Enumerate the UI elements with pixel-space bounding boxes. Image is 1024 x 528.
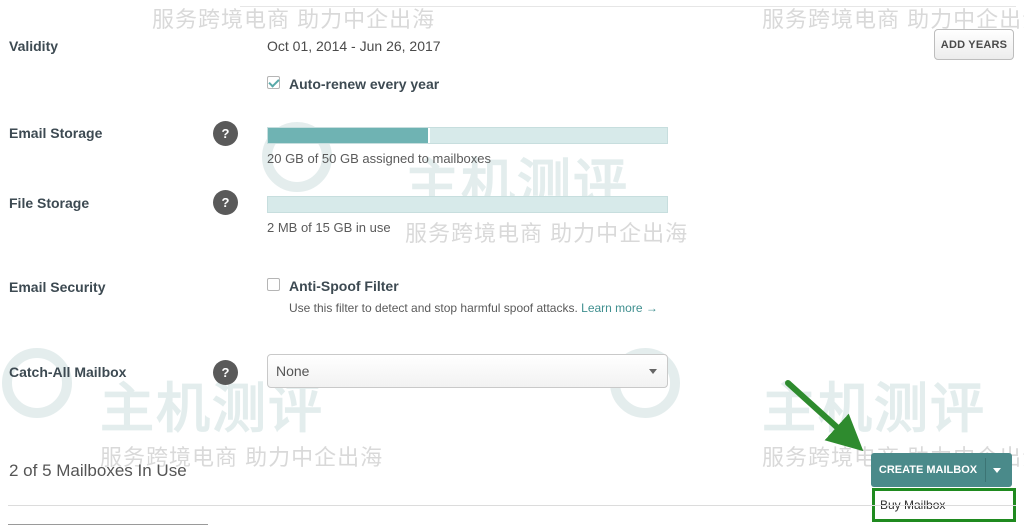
chevron-down-icon[interactable] — [993, 468, 1001, 473]
add-years-button[interactable]: ADD YEARS — [934, 29, 1014, 60]
anti-spoof-description: Use this filter to detect and stop harmf… — [289, 301, 658, 315]
anti-spoof-label[interactable]: Anti-Spoof Filter — [289, 278, 399, 294]
mailbox-count: 2 of 5 Mailboxes In Use — [9, 461, 187, 480]
catch-all-label: Catch-All Mailbox — [9, 364, 127, 380]
file-storage-label: File Storage — [9, 195, 90, 211]
email-storage-label: Email Storage — [9, 125, 103, 141]
watermark-logo — [2, 348, 72, 418]
auto-renew-checkbox[interactable] — [267, 76, 280, 89]
anti-spoof-description-text: Use this filter to detect and stop harmf… — [289, 301, 578, 315]
watermark-caption: 服务跨境电商 助力中企出海 — [405, 221, 689, 246]
validity-dates: Oct 01, 2014 - Jun 26, 2017 — [267, 38, 441, 54]
footer-line — [8, 524, 208, 525]
email-storage-bar-fill — [268, 128, 428, 143]
email-storage-help-icon[interactable]: ? — [213, 121, 238, 146]
email-storage-bar-marker — [427, 128, 430, 143]
catch-all-select[interactable]: None — [267, 354, 668, 388]
email-storage-caption: 20 GB of 50 GB assigned to mailboxes — [267, 151, 492, 166]
anti-spoof-checkbox[interactable] — [267, 278, 280, 291]
file-storage-bar — [267, 196, 668, 213]
chevron-down-icon — [649, 369, 657, 374]
catch-all-help-icon[interactable]: ? — [213, 360, 238, 385]
create-mailbox-label[interactable]: CREATE MAILBOX — [871, 453, 985, 487]
file-storage-help-icon[interactable]: ? — [213, 190, 238, 215]
create-mailbox-button[interactable]: CREATE MAILBOX — [871, 453, 1012, 487]
button-separator — [985, 458, 986, 482]
file-storage-caption: 2 MB of 15 GB in use — [267, 220, 391, 235]
top-divider — [240, 6, 1016, 7]
auto-renew-label[interactable]: Auto-renew every year — [289, 76, 439, 92]
annotation-arrow-icon — [785, 380, 864, 452]
validity-label: Validity — [9, 38, 59, 54]
email-storage-bar — [267, 127, 668, 144]
learn-more-link[interactable]: Learn more → — [581, 301, 658, 315]
bottom-divider — [8, 505, 1016, 506]
catch-all-selected: None — [276, 363, 310, 379]
email-security-label: Email Security — [9, 279, 106, 295]
